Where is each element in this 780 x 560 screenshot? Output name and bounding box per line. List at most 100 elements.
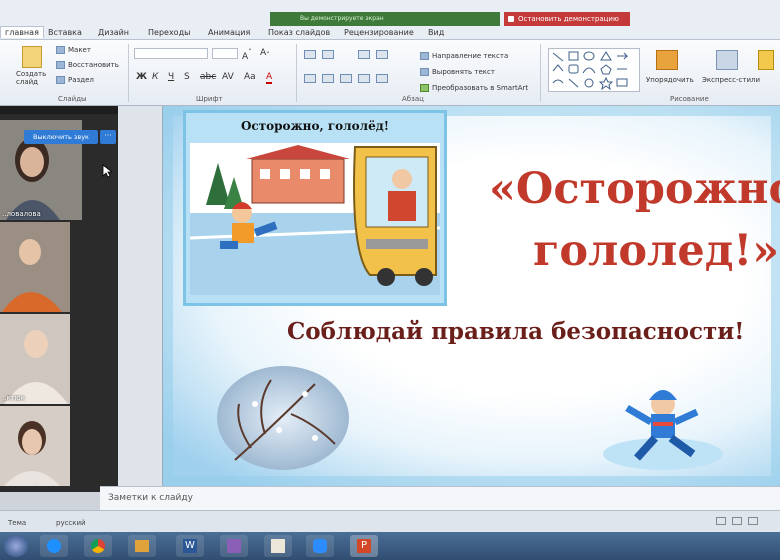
participant-tile[interactable] <box>0 406 70 486</box>
mute-button[interactable]: Выключить звук <box>24 130 98 144</box>
reading-view-icon[interactable] <box>748 517 758 525</box>
language-status[interactable]: русский <box>56 519 86 527</box>
stop-share-label: Остановить демонстрацию <box>518 15 619 23</box>
quick-styles-button[interactable]: Экспресс-стили <box>702 76 760 84</box>
indent-decrease-icon[interactable] <box>358 50 370 59</box>
shapes-gallery[interactable] <box>548 48 640 92</box>
status-bar: Тема русский <box>0 510 780 532</box>
slide[interactable]: Осторожно, гололёд! «Осторожно, гололед!… <box>162 106 780 486</box>
arrange-icon[interactable] <box>656 50 678 70</box>
tab-slideshow[interactable]: Показ слайдов <box>268 28 330 37</box>
columns-icon[interactable] <box>376 74 388 83</box>
taskbar-files-icon[interactable] <box>264 535 292 557</box>
new-slide-button[interactable]: Создать слайд <box>16 70 50 86</box>
shrink-font-icon[interactable]: Aˇ <box>260 48 270 60</box>
slide-canvas-margin <box>118 106 162 486</box>
case-icon[interactable]: Aa <box>244 72 256 82</box>
text-direction-icon <box>420 52 429 60</box>
shape-fill-icon[interactable] <box>758 50 774 70</box>
taskbar-word-icon[interactable]: W <box>176 535 204 557</box>
video-participant-panel: ..ловалова Выключить звук ··· ..ктюк ⌄ <box>0 106 118 492</box>
slides-group-label: Слайды <box>58 95 87 103</box>
underline-icon[interactable]: Ч <box>168 72 174 82</box>
bullets-icon[interactable] <box>304 50 316 59</box>
divider <box>296 44 297 102</box>
taskbar-zoom-icon[interactable] <box>306 535 334 557</box>
stop-share-button[interactable]: Остановить демонстрацию <box>504 12 630 26</box>
ribbon: Создать слайд Макет Восстановить Раздел … <box>0 40 780 106</box>
start-button[interactable] <box>4 535 28 557</box>
spacing-icon[interactable]: AV <box>222 72 234 82</box>
drawing-group-label: Рисование <box>670 95 709 103</box>
font-size-combo[interactable] <box>212 48 238 59</box>
section-icon <box>56 76 65 84</box>
grow-font-icon[interactable]: Aˆ <box>242 48 252 62</box>
taskbar-app-icon[interactable] <box>128 535 156 557</box>
tab-home[interactable]: главная <box>0 26 44 38</box>
notes-pane[interactable]: Заметки к слайду <box>100 486 780 510</box>
shadow-icon[interactable]: S <box>184 72 190 82</box>
layout-icon <box>56 46 65 54</box>
picture-caption: Осторожно, гололёд! <box>240 119 390 133</box>
taskbar-powerpoint-icon[interactable]: P <box>350 535 378 557</box>
align-left-icon[interactable] <box>304 74 316 83</box>
layout-button[interactable]: Макет <box>68 46 91 54</box>
arrange-button[interactable]: Упорядочить <box>646 76 694 84</box>
slide-title-line1: «Осторожно, <box>489 164 780 214</box>
participant-name: ..ловалова <box>2 210 41 218</box>
more-options-button[interactable]: ··· <box>100 130 116 144</box>
paragraph-group-label: Абзац <box>402 95 424 103</box>
reset-icon <box>56 61 65 69</box>
italic-icon[interactable]: К <box>152 72 158 82</box>
chevron-down-icon[interactable]: ⌄ <box>32 478 40 488</box>
align-text-button[interactable]: Выровнять текст <box>432 68 495 76</box>
taskbar-archive-icon[interactable] <box>220 535 248 557</box>
font-color-icon[interactable]: A <box>266 72 273 84</box>
indent-increase-icon[interactable] <box>376 50 388 59</box>
divider <box>540 44 541 102</box>
participant-tile[interactable]: ..ктюк <box>0 314 70 404</box>
align-center-icon[interactable] <box>322 74 334 83</box>
normal-view-icon[interactable] <box>716 517 726 525</box>
icy-road-illustration <box>190 143 440 295</box>
participant-tile[interactable] <box>0 222 70 312</box>
font-name-combo[interactable] <box>134 48 208 59</box>
justify-icon[interactable] <box>358 74 370 83</box>
sorter-view-icon[interactable] <box>732 517 742 525</box>
quick-styles-icon[interactable] <box>716 50 738 70</box>
tab-animation[interactable]: Анимация <box>208 28 250 37</box>
divider <box>128 44 129 102</box>
tab-view[interactable]: Вид <box>428 28 444 37</box>
slipping-boy-image <box>603 390 723 470</box>
bold-icon[interactable]: Ж <box>136 72 147 82</box>
mouse-cursor-icon <box>102 164 112 178</box>
text-direction-button[interactable]: Направление текста <box>432 52 508 60</box>
shapes-gallery-icons <box>552 51 629 91</box>
theme-status: Тема <box>8 519 27 527</box>
taskbar: W P <box>0 532 780 560</box>
warning-picture: Осторожно, гололёд! <box>183 110 447 306</box>
frosted-branch-image <box>217 366 349 470</box>
numbering-icon[interactable] <box>322 50 334 59</box>
screen-share-notice: Вы демонстрируете экран <box>270 12 500 26</box>
tab-insert[interactable]: Вставка <box>48 28 82 37</box>
bus <box>353 146 437 286</box>
participant-avatar <box>0 222 70 312</box>
smartart-icon <box>420 84 429 92</box>
taskbar-chrome-icon[interactable] <box>84 535 112 557</box>
section-button[interactable]: Раздел <box>68 76 94 84</box>
align-right-icon[interactable] <box>340 74 352 83</box>
participant-avatar <box>0 406 70 486</box>
tab-review[interactable]: Рецензирование <box>344 28 414 37</box>
slide-title-line2: гололед!» <box>533 226 780 276</box>
taskbar-browser-icon[interactable] <box>40 535 68 557</box>
align-text-icon <box>420 68 429 76</box>
new-slide-icon[interactable] <box>22 46 42 68</box>
reset-button[interactable]: Восстановить <box>68 61 119 69</box>
stop-icon <box>508 16 514 22</box>
tab-design[interactable]: Дизайн <box>98 28 129 37</box>
smartart-button[interactable]: Преобразовать в SmartArt <box>432 84 528 92</box>
strikethrough-icon[interactable]: abc <box>200 72 216 82</box>
tab-transitions[interactable]: Переходы <box>148 28 190 37</box>
slide-subtitle: Соблюдай правила безопасности! <box>287 318 745 345</box>
